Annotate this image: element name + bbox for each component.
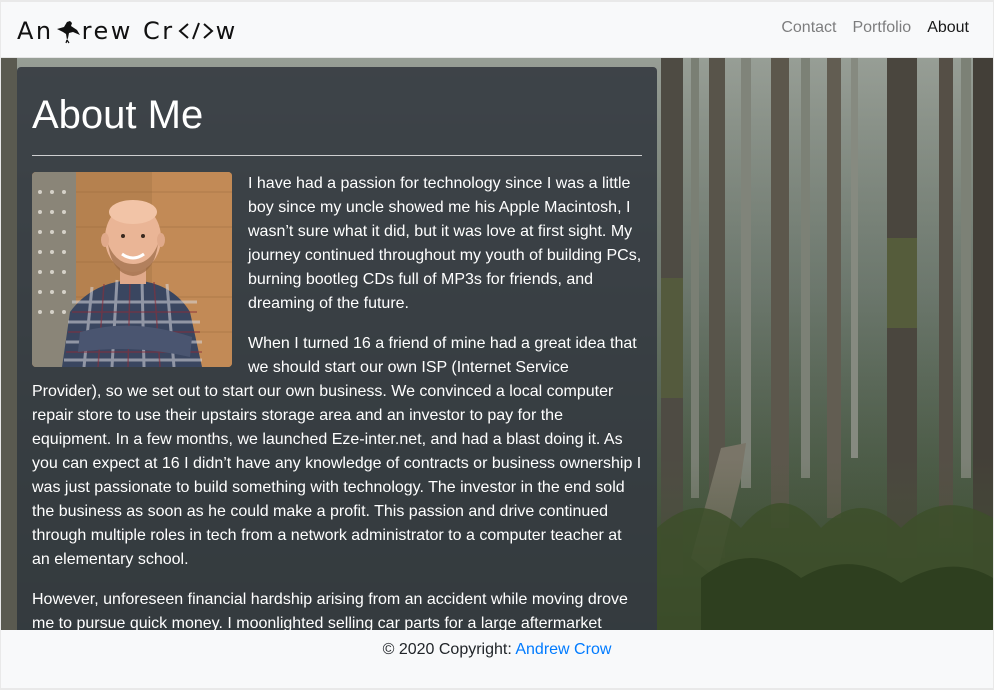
brand-text-start: An [17, 17, 54, 45]
brand-logo[interactable]: An rew Cr w [17, 16, 238, 46]
title-divider [32, 155, 642, 156]
nav-about[interactable]: About [927, 19, 969, 37]
nav-contact[interactable]: Contact [781, 19, 836, 37]
profile-photo [32, 172, 232, 367]
footer-author-link[interactable]: Andrew Crow [515, 641, 611, 658]
nav-links: Contact Portfolio About [781, 19, 969, 37]
browser-viewport: An rew Cr w Contact Portfolio About Abou… [1, 2, 993, 688]
about-panel: About Me I have had a passion for techno… [17, 67, 657, 630]
brand-text-middle: rew Cr [81, 17, 175, 45]
forest-background: About Me I have had a passion for techno… [1, 58, 993, 630]
navbar: An rew Cr w Contact Portfolio About [1, 2, 993, 58]
page-title: About Me [32, 93, 204, 137]
about-paragraph: However, unforeseen financial hardship a… [32, 591, 628, 630]
crow-icon [55, 18, 81, 44]
brand-text-end: w [215, 17, 238, 45]
copyright-text: © 2020 Copyright: [382, 641, 516, 658]
about-paragraph: When I turned 16 a friend of mine had a … [32, 335, 642, 568]
about-body: I have had a passion for technology sinc… [32, 172, 642, 630]
code-brackets-icon [176, 20, 216, 42]
footer: © 2020 Copyright: Andrew Crow [1, 630, 993, 688]
nav-portfolio[interactable]: Portfolio [852, 19, 911, 37]
